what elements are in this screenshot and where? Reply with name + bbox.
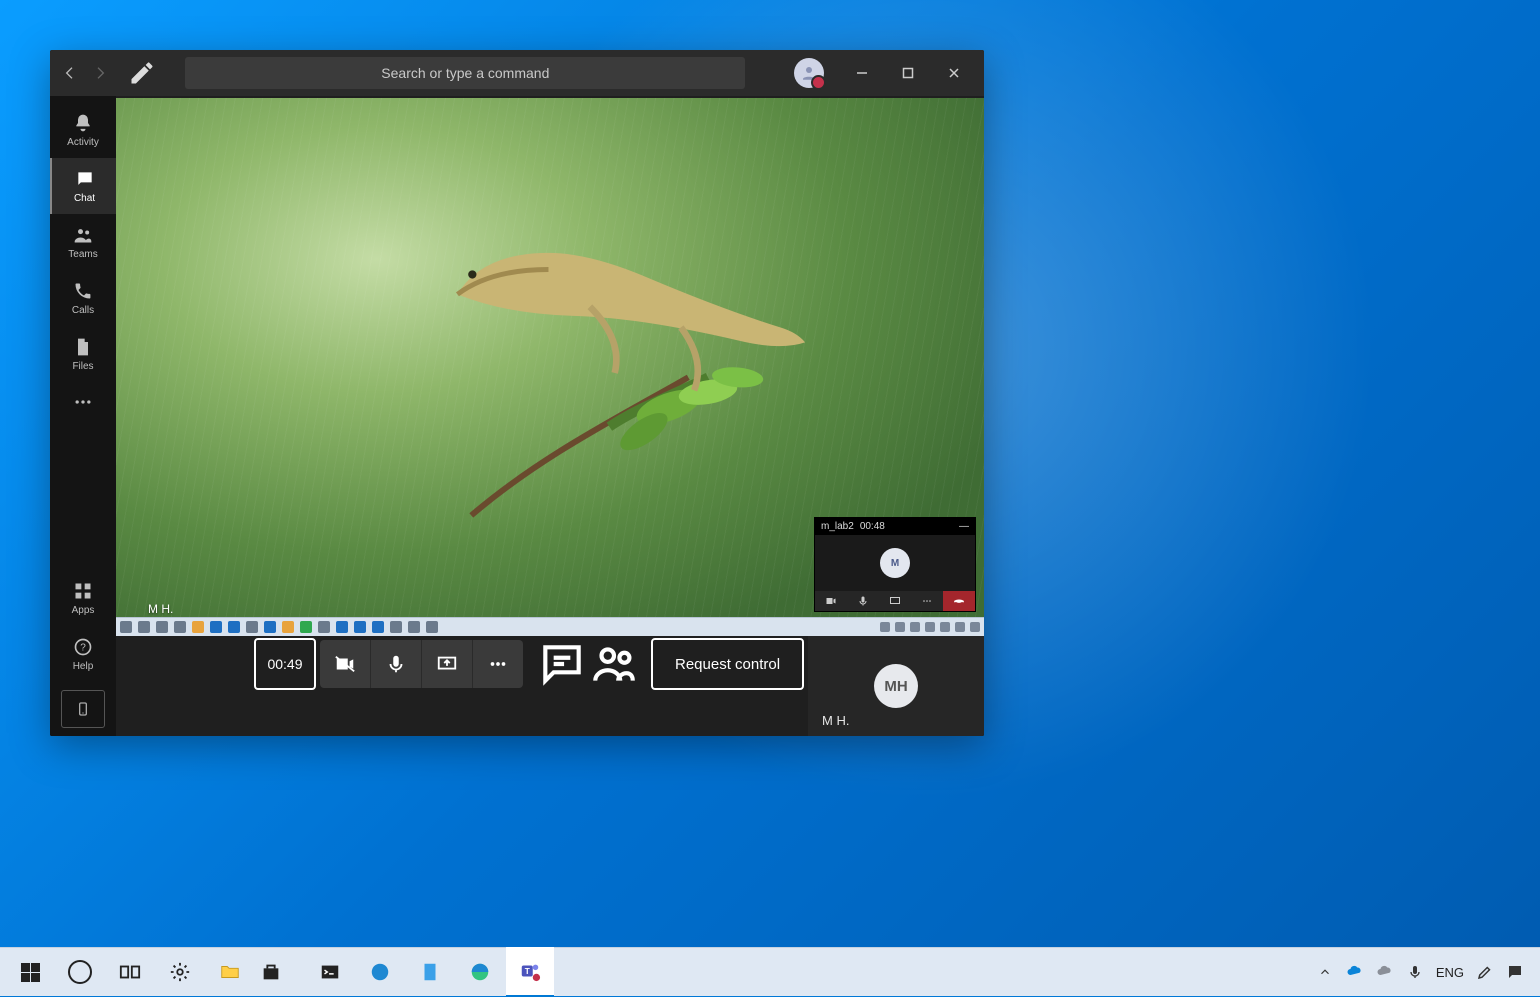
start-button[interactable] bbox=[6, 948, 54, 996]
rail-calls[interactable]: Calls bbox=[50, 270, 116, 326]
teams-window: Search or type a command Activity Chat bbox=[50, 50, 984, 736]
titlebar: Search or type a command bbox=[50, 50, 984, 96]
participant-name: M H. bbox=[822, 713, 849, 728]
rail-activity[interactable]: Activity bbox=[50, 102, 116, 158]
search-input[interactable]: Search or type a command bbox=[185, 57, 745, 89]
pip-timer: 00:48 bbox=[860, 521, 885, 532]
svg-text:T: T bbox=[525, 967, 530, 976]
tray-ink-icon[interactable] bbox=[1476, 963, 1494, 981]
show-participants[interactable] bbox=[589, 640, 639, 688]
taskbar-terminal[interactable] bbox=[306, 948, 354, 996]
tray-chevron-icon[interactable] bbox=[1316, 963, 1334, 981]
pip-mic-icon[interactable] bbox=[847, 591, 879, 611]
shared-screen: M H. m_lab2 00:48 — M bbox=[116, 98, 984, 636]
pip-panel[interactable]: m_lab2 00:48 — M bbox=[814, 517, 976, 612]
rail-more[interactable] bbox=[50, 382, 116, 422]
rail-label: Files bbox=[72, 361, 93, 372]
more-actions[interactable] bbox=[472, 640, 523, 688]
pip-hangup-icon[interactable] bbox=[943, 591, 975, 611]
close-button[interactable] bbox=[932, 58, 976, 88]
pip-camera-icon[interactable] bbox=[815, 591, 847, 611]
request-control-button[interactable]: Request control bbox=[651, 638, 804, 690]
new-chat-button[interactable] bbox=[128, 59, 156, 87]
minimize-button[interactable] bbox=[840, 58, 884, 88]
rail-label: Activity bbox=[67, 137, 99, 148]
taskbar-teams[interactable]: T bbox=[506, 947, 554, 997]
rail-label: Help bbox=[73, 661, 94, 672]
lizard-graphic bbox=[376, 195, 853, 410]
maximize-button[interactable] bbox=[886, 58, 930, 88]
app-rail: Activity Chat Teams Calls Files bbox=[50, 96, 116, 736]
taskbar-app[interactable] bbox=[406, 948, 454, 996]
tray-action-center-icon[interactable] bbox=[1506, 963, 1524, 981]
participant-avatar: MH bbox=[874, 664, 918, 708]
rail-label: Apps bbox=[72, 605, 95, 616]
taskbar-explorer[interactable] bbox=[206, 948, 254, 996]
rail-teams[interactable]: Teams bbox=[50, 214, 116, 270]
tray-onedrive-icon[interactable] bbox=[1346, 963, 1364, 981]
show-chat[interactable] bbox=[537, 640, 587, 688]
forward-button[interactable] bbox=[88, 61, 112, 85]
rail-label: Teams bbox=[68, 249, 97, 260]
host-taskbar: T ENG bbox=[0, 947, 1540, 996]
rail-label: Chat bbox=[74, 193, 95, 204]
taskbar-edge[interactable] bbox=[456, 948, 504, 996]
pip-more-icon[interactable] bbox=[911, 591, 943, 611]
rail-chat[interactable]: Chat bbox=[50, 158, 118, 214]
profile-avatar[interactable] bbox=[794, 58, 824, 88]
rail-apps[interactable]: Apps bbox=[50, 570, 116, 626]
call-timer: 00:49 bbox=[254, 638, 316, 690]
taskview-button[interactable] bbox=[106, 948, 154, 996]
call-footer: 00:49 Request control MH M H. bbox=[116, 636, 984, 736]
call-stage: M H. m_lab2 00:48 — M bbox=[116, 96, 984, 736]
mic-toggle[interactable] bbox=[370, 640, 421, 688]
svg-text:?: ? bbox=[80, 642, 86, 653]
tray-language[interactable]: ENG bbox=[1436, 965, 1464, 980]
camera-toggle[interactable] bbox=[320, 640, 370, 688]
pip-share-icon[interactable] bbox=[879, 591, 911, 611]
remote-start-icon bbox=[120, 621, 132, 633]
back-button[interactable] bbox=[58, 61, 82, 85]
rail-files[interactable]: Files bbox=[50, 326, 116, 382]
rail-label: Calls bbox=[72, 305, 94, 316]
tray-mic-icon[interactable] bbox=[1406, 963, 1424, 981]
call-controls: 00:49 Request control bbox=[254, 640, 864, 688]
pip-avatar: M bbox=[880, 548, 910, 578]
rail-help[interactable]: ? Help bbox=[50, 626, 116, 682]
nav-arrows bbox=[58, 61, 112, 85]
taskbar-edge-legacy[interactable] bbox=[356, 948, 404, 996]
cortana-button[interactable] bbox=[56, 948, 104, 996]
remote-taskbar bbox=[116, 617, 984, 636]
tray-cloud-icon[interactable] bbox=[1376, 963, 1394, 981]
rail-mobile-button[interactable] bbox=[61, 690, 105, 728]
taskbar-store[interactable] bbox=[256, 948, 304, 996]
participant-tile[interactable]: MH M H. bbox=[808, 636, 984, 736]
share-toggle[interactable] bbox=[421, 640, 472, 688]
presence-busy-icon bbox=[811, 75, 826, 90]
presenter-name-overlay: M H. bbox=[148, 602, 173, 616]
taskbar-settings[interactable] bbox=[156, 948, 204, 996]
pip-title: m_lab2 bbox=[821, 521, 854, 532]
